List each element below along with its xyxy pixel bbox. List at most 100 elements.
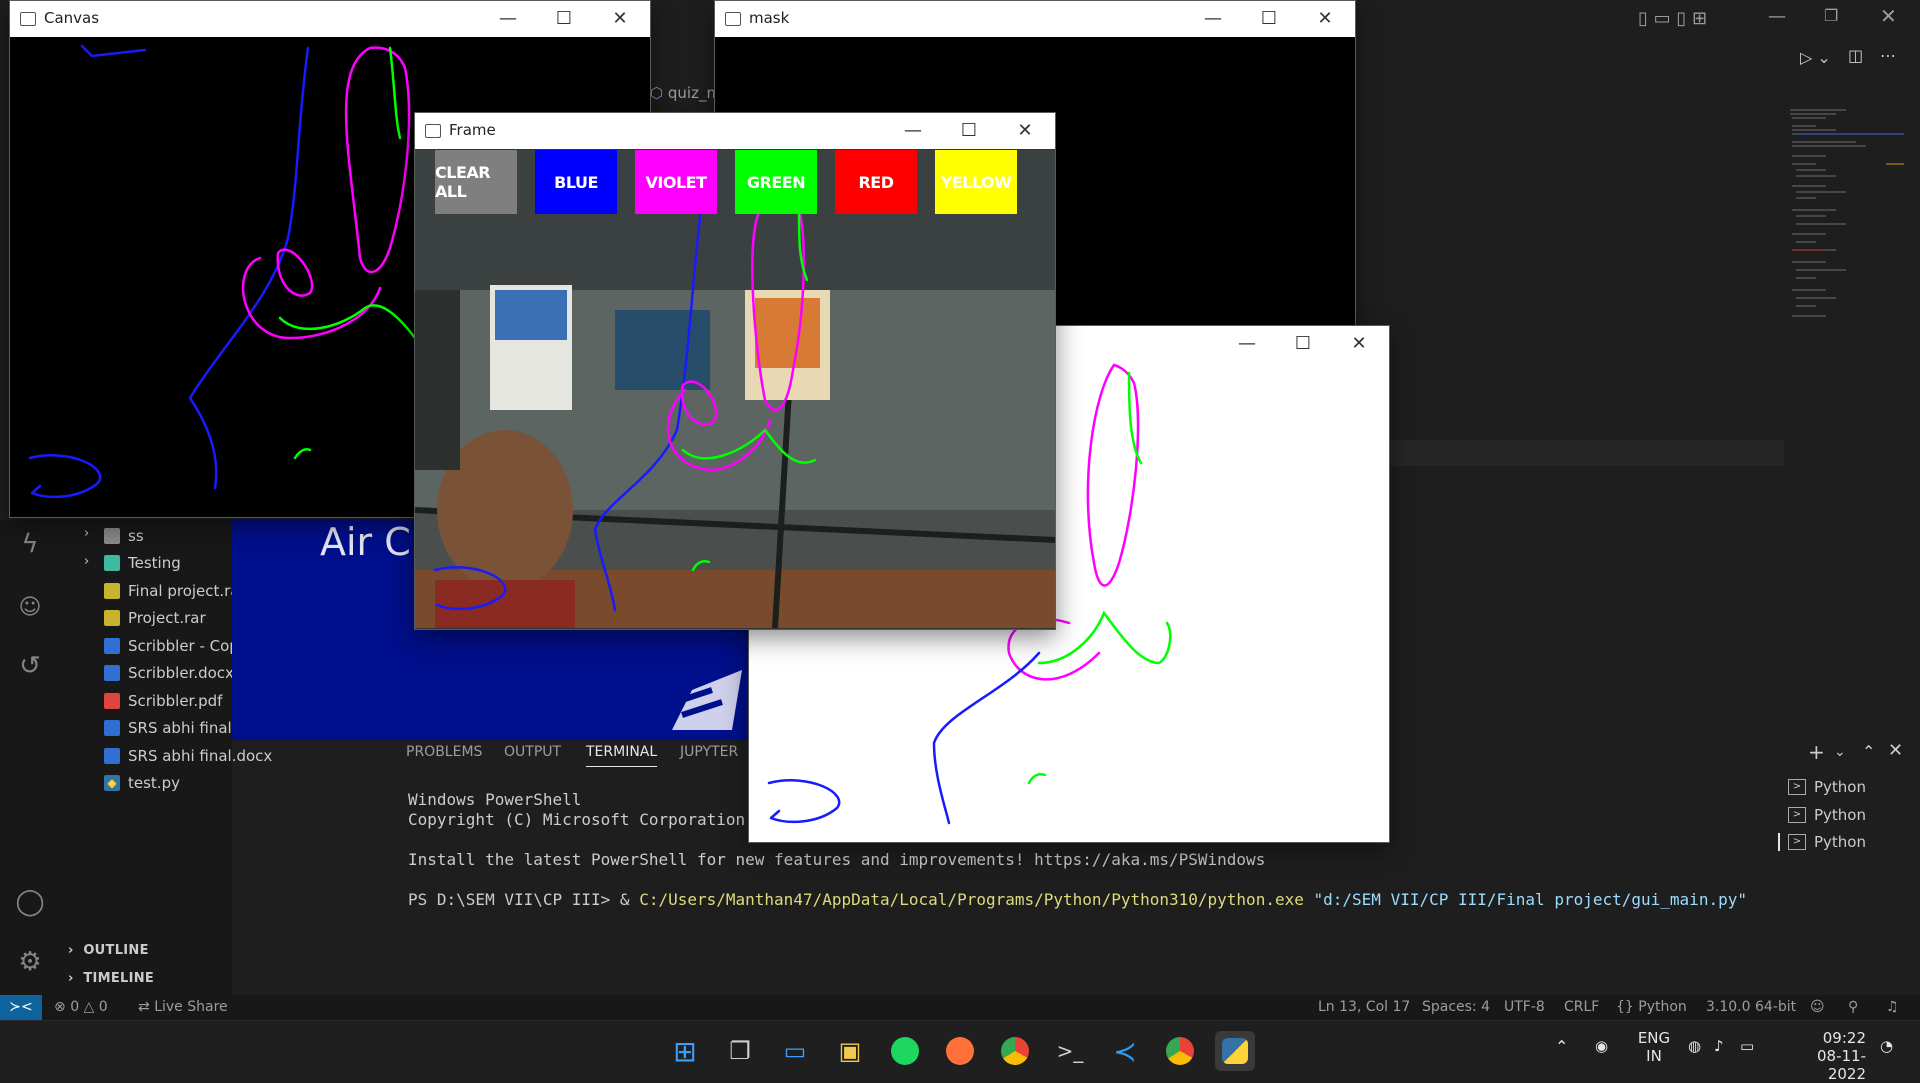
terminal-session-active[interactable]: > Python	[1778, 833, 1866, 851]
list-item[interactable]: Scribbler.pdf	[104, 690, 222, 712]
task-view-icon[interactable]: ❐	[720, 1031, 760, 1071]
close-icon[interactable]: ✕	[1303, 5, 1347, 33]
more-actions-icon[interactable]: ⋯	[1880, 46, 1896, 65]
list-item[interactable]: Final project.ra	[104, 580, 240, 602]
python-interpreter[interactable]: 3.10.0 64-bit	[1706, 999, 1796, 1015]
close-icon[interactable]: ✕	[598, 5, 642, 33]
new-terminal-icon[interactable]: +	[1808, 740, 1825, 764]
outline-section[interactable]: › OUTLINE	[68, 943, 149, 958]
vscode-icon[interactable]: ≺	[1105, 1031, 1145, 1071]
blue-button[interactable]: BLUE	[535, 150, 617, 214]
problems-status[interactable]: ⊗ 0 △ 0	[54, 999, 108, 1015]
yellow-button[interactable]: YELLOW	[935, 150, 1017, 214]
indentation[interactable]: Spaces: 4	[1422, 999, 1490, 1015]
taskbar: ⊞ ❐ ▭ ▣ >_ ≺ ⌃ ◉ ENG IN ◍ ♪ ▭ 09:22 08-11-…	[0, 1020, 1920, 1083]
list-item[interactable]: ss	[104, 525, 144, 547]
lightning-icon[interactable]: ϟ	[12, 526, 48, 562]
minimize-icon[interactable]: —	[891, 117, 935, 145]
tab-terminal[interactable]: TERMINAL	[586, 744, 658, 767]
chevron-up-icon[interactable]: ⌃	[1862, 742, 1875, 761]
list-item[interactable]: Testing	[104, 552, 181, 574]
layout-toggle-icons[interactable]: ▯ ▭ ▯ ⊞	[1638, 8, 1707, 29]
chevron-up-icon[interactable]: ⌃	[1555, 1037, 1568, 1056]
maximize-icon[interactable]: ☐	[947, 117, 991, 145]
close-icon[interactable]: ✕	[1337, 330, 1381, 358]
chrome-icon[interactable]	[995, 1031, 1035, 1071]
language-mode[interactable]: {} Python	[1616, 999, 1687, 1015]
close-panel-icon[interactable]: ✕	[1888, 740, 1903, 761]
list-item[interactable]: Scribbler.docx	[104, 662, 234, 684]
maximize-icon[interactable]: ☐	[542, 5, 586, 33]
notification-icon[interactable]: ◔	[1880, 1037, 1893, 1055]
remote-explorer-icon[interactable]: ↺	[12, 648, 48, 684]
bell-icon[interactable]: ♫	[1886, 999, 1899, 1015]
copilot-status-icon[interactable]: ☺	[1810, 999, 1825, 1015]
window-titlebar[interactable]: Frame — ☐ ✕	[415, 113, 1055, 149]
remote-indicator-icon[interactable]: ≻<	[0, 995, 42, 1020]
close-icon[interactable]: ✕	[1880, 4, 1897, 28]
chevron-right-icon[interactable]: ›	[84, 554, 89, 569]
maximize-icon[interactable]: ☐	[1247, 5, 1291, 33]
list-item[interactable]: Project.rar	[104, 607, 206, 629]
list-item-label: SRS abhi final	[128, 719, 232, 737]
window-titlebar[interactable]: Canvas — ☐ ✕	[10, 1, 650, 37]
list-item[interactable]: SRS abhi final.docx	[104, 745, 272, 767]
desktop-icon[interactable]: ▭	[775, 1031, 815, 1071]
tab-jupyter[interactable]: JUPYTER	[680, 744, 738, 760]
start-icon[interactable]: ⊞	[665, 1031, 705, 1071]
split-editor-icon[interactable]: ◫	[1848, 46, 1863, 65]
window-titlebar[interactable]: mask — ☐ ✕	[715, 1, 1355, 37]
minimap[interactable]	[1786, 100, 1906, 330]
minimize-icon[interactable]: —	[1225, 330, 1269, 358]
google-icon[interactable]: ◉	[1595, 1037, 1608, 1055]
minimize-icon[interactable]: —	[1191, 5, 1235, 33]
encoding[interactable]: UTF-8	[1504, 999, 1545, 1015]
pdf-icon	[104, 693, 120, 709]
close-icon[interactable]: ✕	[1003, 117, 1047, 145]
minimize-icon[interactable]: —	[1768, 6, 1786, 27]
python-icon[interactable]	[1215, 1031, 1255, 1071]
window-icon	[725, 12, 741, 26]
battery-icon[interactable]: ▭	[1740, 1037, 1754, 1055]
terminal-command-line[interactable]: PS D:\SEM VII\CP III> & C:/Users/Manthan…	[408, 890, 1747, 909]
run-icon[interactable]: ▷ ⌄	[1800, 48, 1831, 67]
copilot-icon[interactable]: ☺	[12, 590, 48, 626]
chrome-profile-icon[interactable]	[1160, 1031, 1200, 1071]
network-icon[interactable]: ◍	[1688, 1037, 1701, 1055]
chevron-right-icon[interactable]: ›	[84, 526, 89, 541]
status-bar: ≻< ⊗ 0 △ 0 ⇄ Live Share Ln 13, Col 17 Sp…	[0, 995, 1920, 1020]
feedback-icon[interactable]: ⚲	[1848, 999, 1858, 1015]
clock[interactable]: 09:22 08-11-2022	[1790, 1029, 1866, 1083]
tab-problems[interactable]: PROBLEMS	[406, 744, 482, 760]
frame-window[interactable]: Frame — ☐ ✕ CLEAR ALL BLUE VIOLET GREEN …	[414, 112, 1056, 630]
timeline-section[interactable]: › TIMELINE	[68, 971, 154, 986]
language-indicator[interactable]: ENG IN	[1636, 1029, 1672, 1065]
minimize-icon[interactable]: —	[486, 5, 530, 33]
chevron-down-icon[interactable]: ⌄	[1834, 744, 1846, 760]
restore-icon[interactable]: ❐	[1824, 6, 1838, 25]
cursor-position[interactable]: Ln 13, Col 17	[1318, 999, 1410, 1015]
editor-tab[interactable]: ⬡ quiz_m	[650, 84, 721, 102]
logo-graphic	[672, 670, 742, 730]
list-item[interactable]: SRS abhi final	[104, 717, 232, 739]
line-endings[interactable]: CRLF	[1564, 999, 1599, 1015]
store-icon[interactable]: ▣	[830, 1031, 870, 1071]
terminal-session[interactable]: > Python	[1788, 778, 1866, 796]
maximize-icon[interactable]: ☐	[1281, 330, 1325, 358]
live-share-button[interactable]: ⇄ Live Share	[138, 999, 228, 1015]
green-button[interactable]: GREEN	[735, 150, 817, 214]
terminal-session[interactable]: > Python	[1788, 806, 1866, 824]
spotify-icon[interactable]	[885, 1031, 925, 1071]
gear-icon[interactable]: ⚙	[12, 944, 48, 980]
violet-button[interactable]: VIOLET	[635, 150, 717, 214]
account-icon[interactable]: ◯	[12, 884, 48, 920]
banner-title: Air C	[320, 520, 411, 564]
clear-all-button[interactable]: CLEAR ALL	[435, 150, 517, 214]
red-button[interactable]: RED	[835, 150, 917, 214]
volume-icon[interactable]: ♪	[1714, 1037, 1724, 1055]
list-item[interactable]: Scribbler - Cop	[104, 635, 239, 657]
list-item[interactable]: ◆ test.py	[104, 772, 180, 794]
tab-output[interactable]: OUTPUT	[504, 744, 561, 760]
terminal-icon[interactable]: >_	[1050, 1031, 1090, 1071]
firefox-icon[interactable]	[940, 1031, 980, 1071]
